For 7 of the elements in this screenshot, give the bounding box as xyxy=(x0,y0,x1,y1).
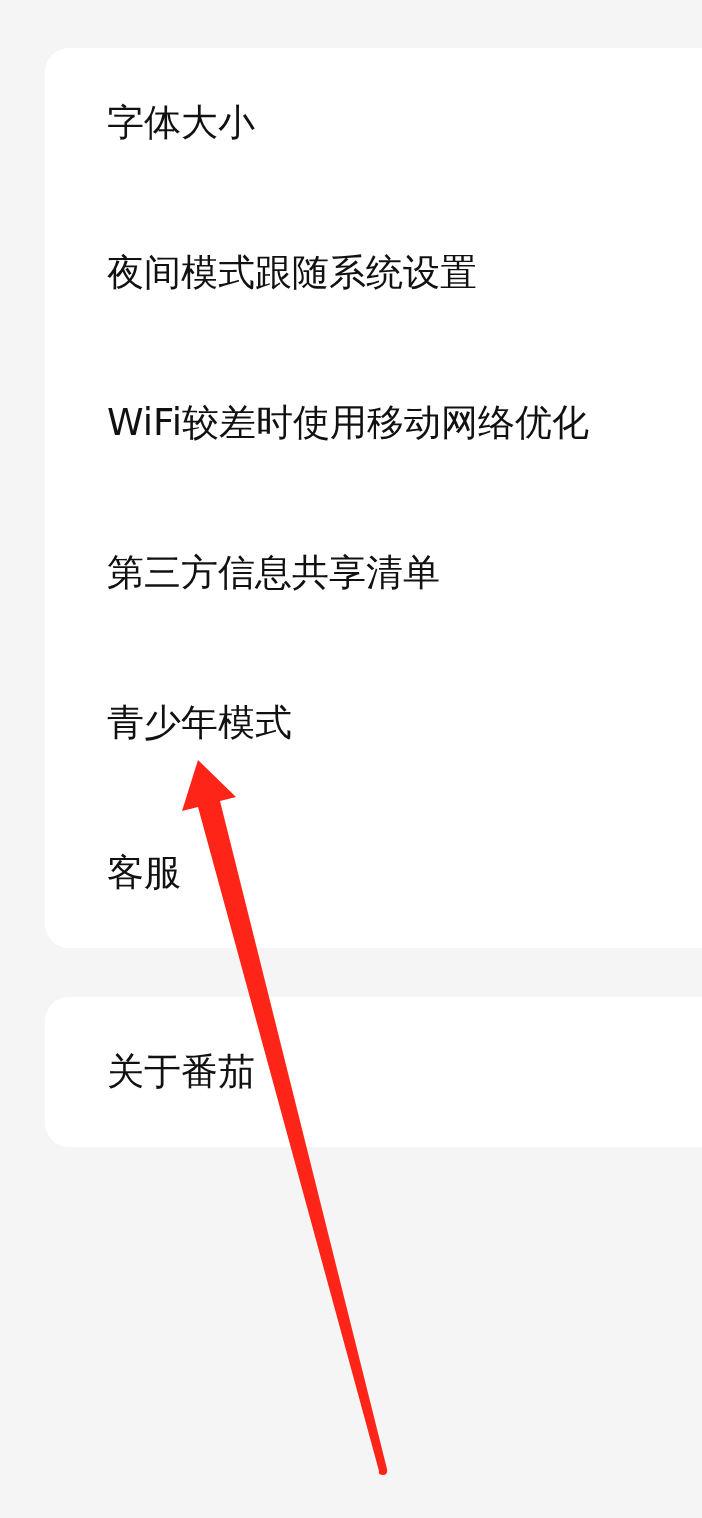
settings-item[interactable]: 青少年模式 xyxy=(45,648,702,798)
settings-item[interactable]: 关于番茄 xyxy=(45,997,702,1147)
settings-item[interactable]: 夜间模式跟随系统设置 xyxy=(45,198,702,348)
settings-item[interactable]: 第三方信息共享清单 xyxy=(45,498,702,648)
settings-item[interactable]: 客服 xyxy=(45,798,702,948)
settings-item[interactable]: 字体大小 xyxy=(45,48,702,198)
settings-item[interactable]: WiFi较差时使用移动网络优化 xyxy=(45,348,702,498)
